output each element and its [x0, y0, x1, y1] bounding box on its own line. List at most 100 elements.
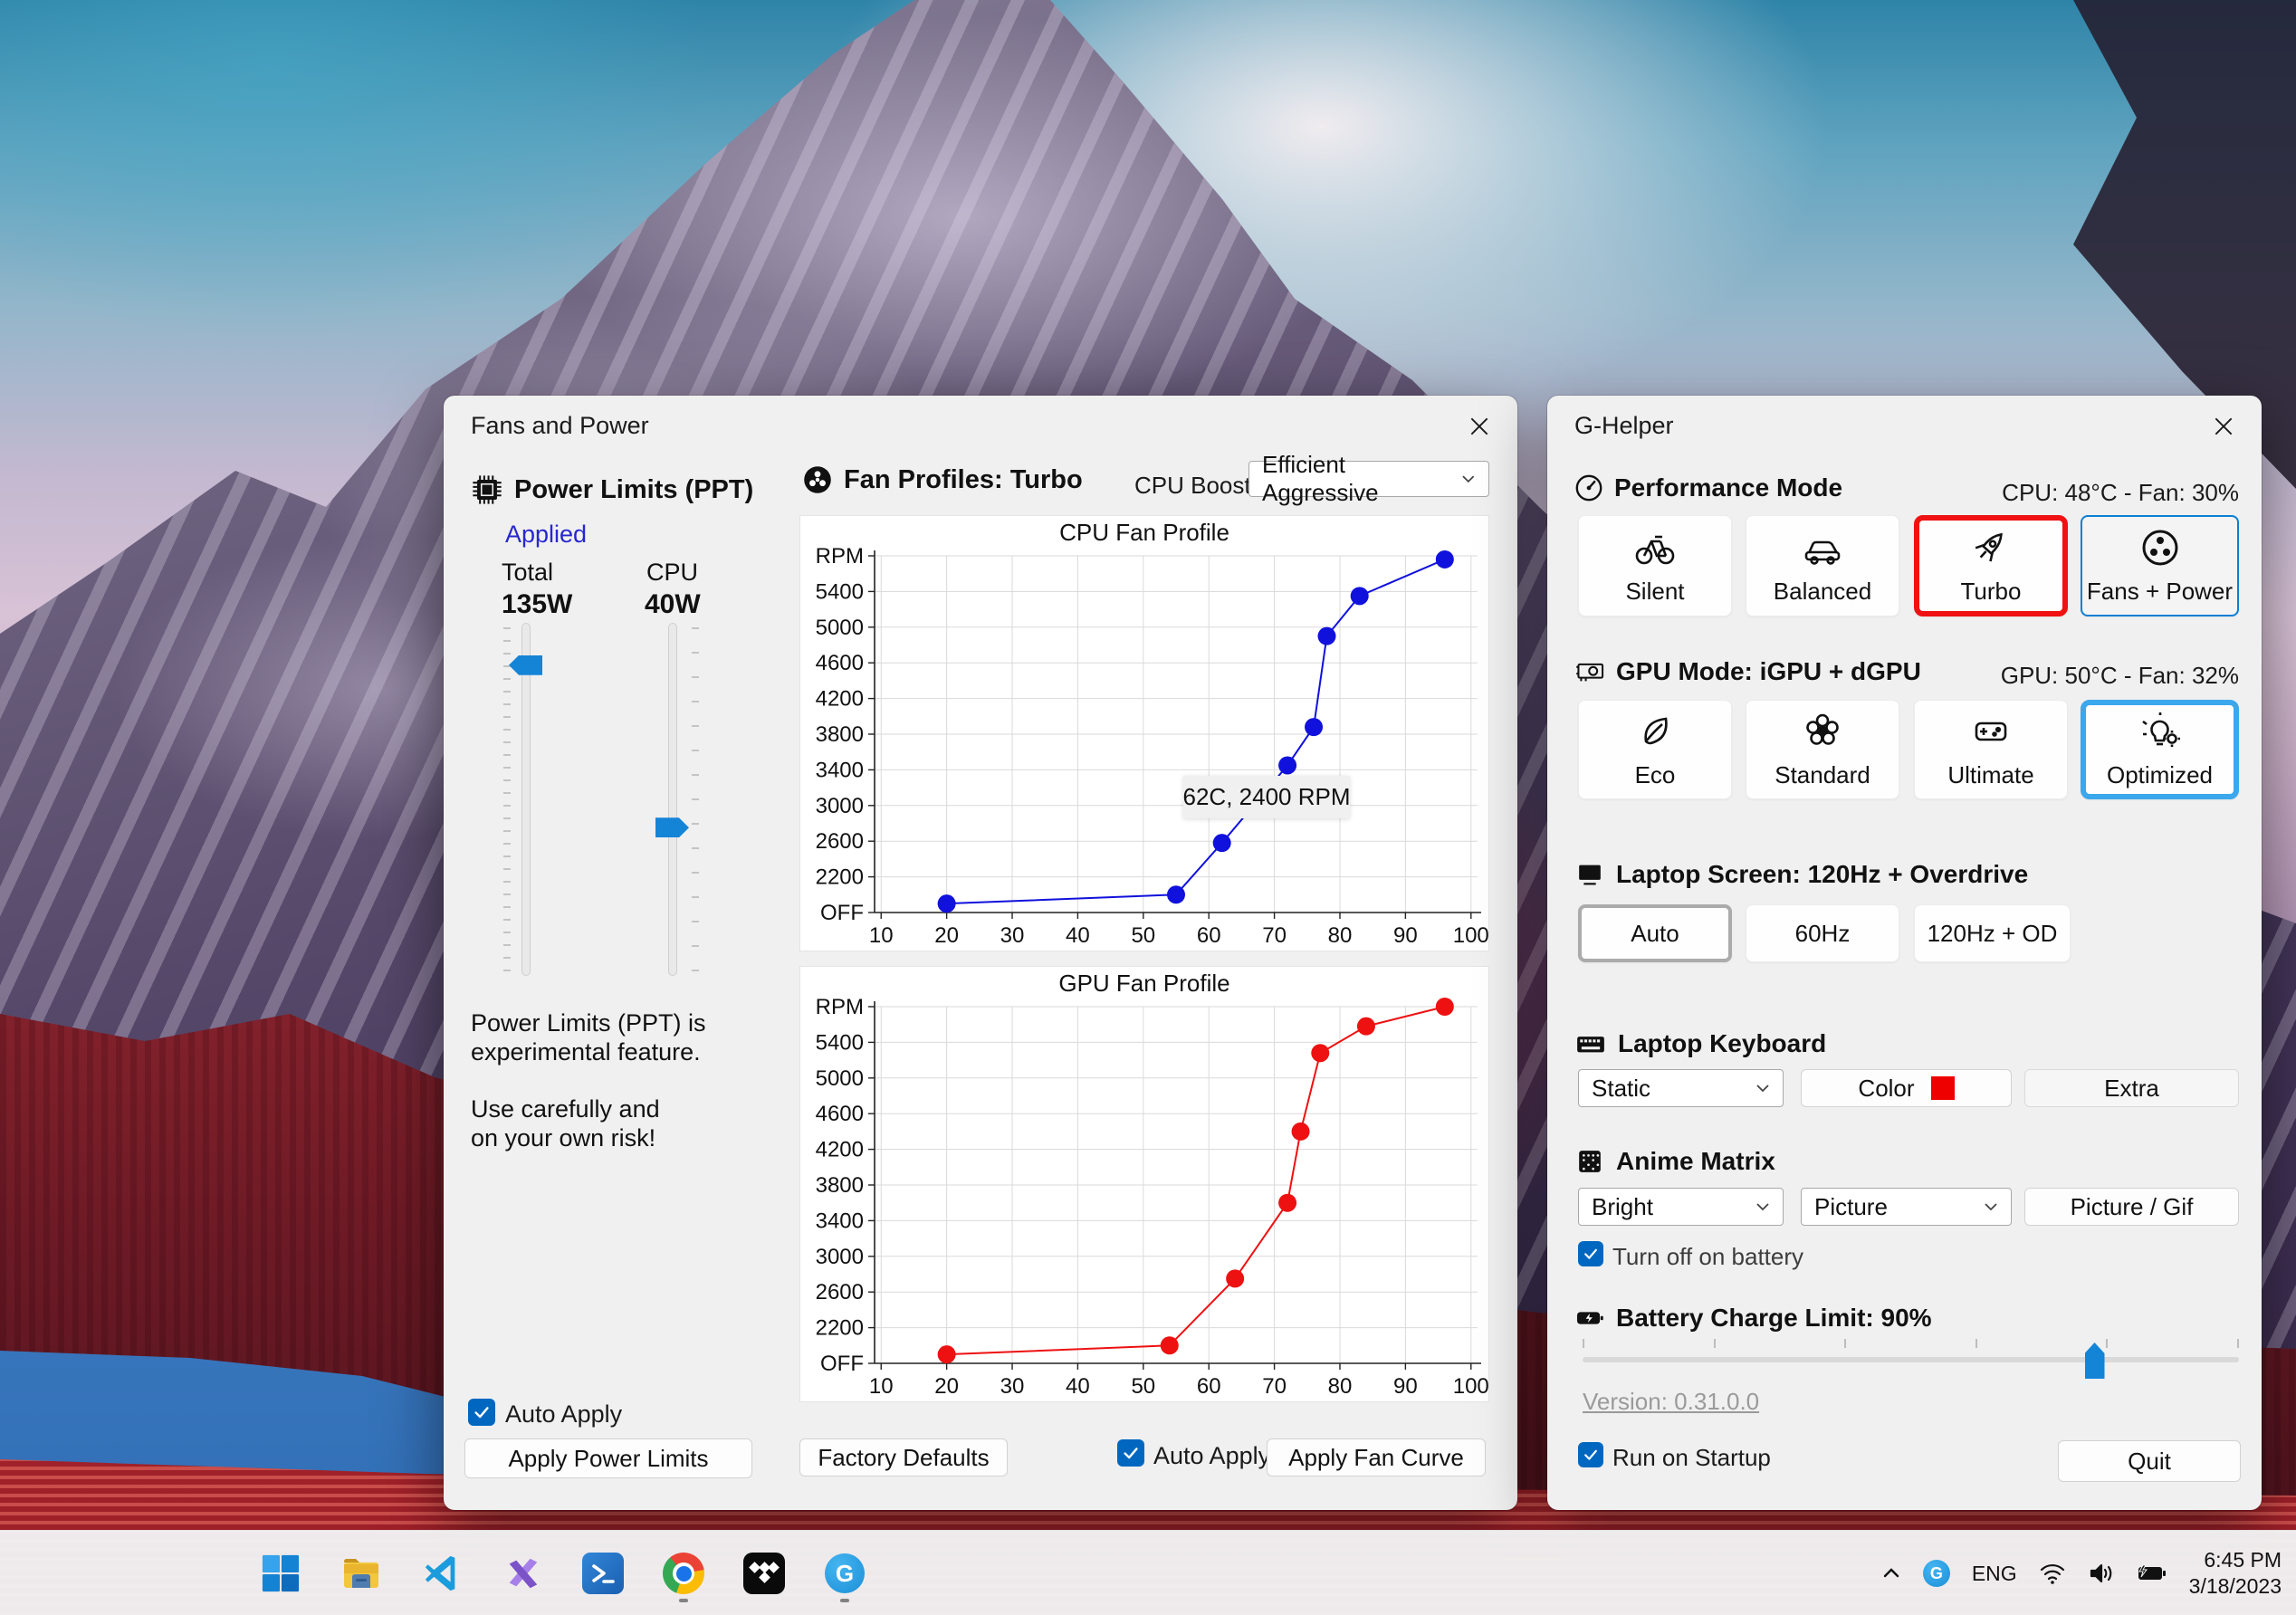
mode-button-balanced[interactable]: Balanced: [1746, 515, 1899, 616]
anime-picture-gif-button[interactable]: Picture / Gif: [2024, 1188, 2239, 1226]
tray-date: 3/18/2023: [2188, 1574, 2282, 1598]
total-slider-label: Total: [502, 559, 554, 586]
svg-text:60: 60: [1197, 923, 1221, 948]
svg-text:50: 50: [1131, 923, 1155, 948]
fans-and-power-window: Fans and Power Power Limits (PPT) Applie…: [444, 396, 1517, 1510]
apply-power-limits-button[interactable]: Apply Power Limits: [464, 1438, 752, 1478]
svg-text:90: 90: [1393, 1374, 1418, 1399]
bicycle-icon: [1635, 535, 1675, 564]
mode-button-standard[interactable]: Standard: [1746, 700, 1899, 799]
running-indicator: [840, 1599, 849, 1602]
svg-text:80: 80: [1328, 923, 1353, 948]
quit-button[interactable]: Quit: [2058, 1440, 2241, 1482]
total-slider-track[interactable]: [521, 623, 531, 976]
start-button[interactable]: [259, 1546, 302, 1601]
total-slider-handle[interactable]: [509, 655, 542, 675]
battery-slider-handle[interactable]: [2084, 1343, 2105, 1379]
leaf-icon: [1644, 717, 1668, 744]
gpu-fan-profile-chart[interactable]: GPU Fan Profile 10 20 30 40 50 60 70 80 90 100 OFF 2…: [799, 966, 1489, 1402]
warning-text: on your own risk!: [471, 1124, 656, 1152]
mode-button-fans-power[interactable]: Fans + Power: [2081, 515, 2239, 616]
g-helper-window: G-Helper Performance Mode CPU: 48°C - Fa…: [1547, 396, 2262, 1510]
svg-text:100: 100: [1453, 923, 1488, 948]
windows-start-icon: [262, 1554, 300, 1592]
wifi-icon[interactable]: [2039, 1562, 2066, 1585]
gpu-temp-fan-status: GPU: 50°C - Fan: 32%: [2000, 662, 2239, 689]
svg-text:5000: 5000: [816, 1066, 864, 1091]
mode-button-ultimate[interactable]: Ultimate: [1914, 700, 2068, 799]
anime-running-dropdown[interactable]: Picture: [1801, 1188, 2012, 1226]
keyboard-color-button[interactable]: Color: [1801, 1069, 2012, 1107]
apply-fan-curve-button[interactable]: Apply Fan Curve: [1267, 1438, 1486, 1476]
anime-matrix-header: Anime Matrix: [1574, 1146, 1775, 1177]
clock[interactable]: 6:45 PM 3/18/2023: [2189, 1547, 2282, 1600]
flower-icon: [1806, 713, 1839, 745]
volume-icon[interactable]: [2088, 1562, 2115, 1585]
auto-apply-fan-checkbox[interactable]: [1117, 1439, 1144, 1467]
svg-text:4200: 4200: [816, 1138, 864, 1162]
chrome-button[interactable]: [662, 1546, 705, 1602]
svg-text:4600: 4600: [816, 1102, 864, 1126]
screen-button-120hz-od[interactable]: 120Hz + OD: [1914, 904, 2071, 962]
battery-slider-track[interactable]: [1583, 1357, 2239, 1362]
svg-text:4600: 4600: [816, 651, 864, 675]
battery-charging-icon[interactable]: [2137, 1562, 2167, 1585]
g-helper-tray-icon[interactable]: G: [1922, 1560, 1950, 1587]
cpu-slider-track[interactable]: [668, 623, 677, 976]
mode-button-turbo[interactable]: Turbo: [1914, 515, 2068, 616]
vscode-button[interactable]: [420, 1546, 464, 1601]
screen-button-auto[interactable]: Auto: [1578, 904, 1732, 962]
svg-text:5400: 5400: [816, 579, 864, 604]
power-limits-header: Power Limits (PPT): [471, 473, 753, 506]
svg-text:3800: 3800: [816, 1173, 864, 1198]
mode-button-optimized[interactable]: Optimized: [2081, 700, 2239, 799]
language-indicator[interactable]: ENG: [1972, 1562, 2017, 1586]
fan-icon: [2142, 530, 2177, 565]
gpu-mode-header: GPU Mode: iGPU + dGPU: [1574, 656, 1921, 687]
keyboard-extra-button[interactable]: Extra: [2024, 1069, 2239, 1107]
svg-text:30: 30: [1000, 923, 1025, 948]
keyboard-mode-dropdown[interactable]: Static: [1578, 1069, 1784, 1107]
visual-studio-icon: [509, 1558, 538, 1589]
cpu-boost-dropdown[interactable]: Efficient Aggressive: [1248, 451, 1489, 506]
anime-brightness-dropdown[interactable]: Bright: [1578, 1188, 1784, 1226]
svg-text:80: 80: [1328, 1374, 1353, 1399]
system-tray: G ENG 6:45 PM 3/18/2023: [1881, 1531, 2282, 1615]
chevron-down-icon: [1756, 1203, 1769, 1211]
svg-text:10: 10: [869, 923, 894, 948]
tray-chevron-up-icon[interactable]: [1881, 1566, 1901, 1581]
svg-text:50: 50: [1131, 1374, 1155, 1399]
warning-text: experimental feature.: [471, 1038, 701, 1066]
cpu-slider-handle[interactable]: [655, 817, 689, 838]
version-link[interactable]: Version: 0.31.0.0: [1583, 1388, 1759, 1416]
vscode-icon: [425, 1555, 455, 1591]
fan-icon: [804, 466, 831, 493]
close-button[interactable]: [2204, 408, 2243, 444]
auto-apply-power-label: Auto Apply: [505, 1400, 623, 1428]
turn-off-on-battery-label: Turn off on battery: [1612, 1243, 1804, 1270]
svg-text:90: 90: [1393, 923, 1418, 948]
screen-button-60hz[interactable]: 60Hz: [1746, 904, 1899, 962]
svg-text:40: 40: [1066, 1374, 1090, 1399]
gauge-icon: [1575, 474, 1602, 502]
gpu-card-icon: [1576, 663, 1604, 682]
cpu-slider-label: CPU: [646, 559, 699, 586]
run-on-startup-checkbox[interactable]: [1578, 1442, 1603, 1467]
turn-off-on-battery-checkbox[interactable]: [1578, 1241, 1603, 1266]
mode-button-eco[interactable]: Eco: [1578, 700, 1732, 799]
powershell-button[interactable]: [581, 1546, 625, 1601]
svg-text:GPU Fan Profile: GPU Fan Profile: [1058, 970, 1229, 997]
close-button[interactable]: [1459, 408, 1499, 444]
file-explorer-button[interactable]: [340, 1546, 383, 1601]
mode-button-silent[interactable]: Silent: [1578, 515, 1732, 616]
visual-studio-button[interactable]: [501, 1546, 544, 1601]
factory-defaults-button[interactable]: Factory Defaults: [799, 1438, 1008, 1476]
svg-text:40: 40: [1066, 923, 1090, 948]
tidal-button[interactable]: [742, 1546, 786, 1601]
g-helper-button[interactable]: G: [823, 1546, 866, 1602]
laptop-screen-header: Laptop Screen: 120Hz + Overdrive: [1574, 859, 2028, 890]
svg-text:3800: 3800: [816, 722, 864, 747]
chrome-icon: [663, 1553, 704, 1594]
cpu-fan-profile-chart[interactable]: CPU Fan Profile 10 20 30 40 50 60 70 80 90 100 OFF 2…: [799, 515, 1489, 951]
auto-apply-power-checkbox[interactable]: [468, 1399, 495, 1426]
